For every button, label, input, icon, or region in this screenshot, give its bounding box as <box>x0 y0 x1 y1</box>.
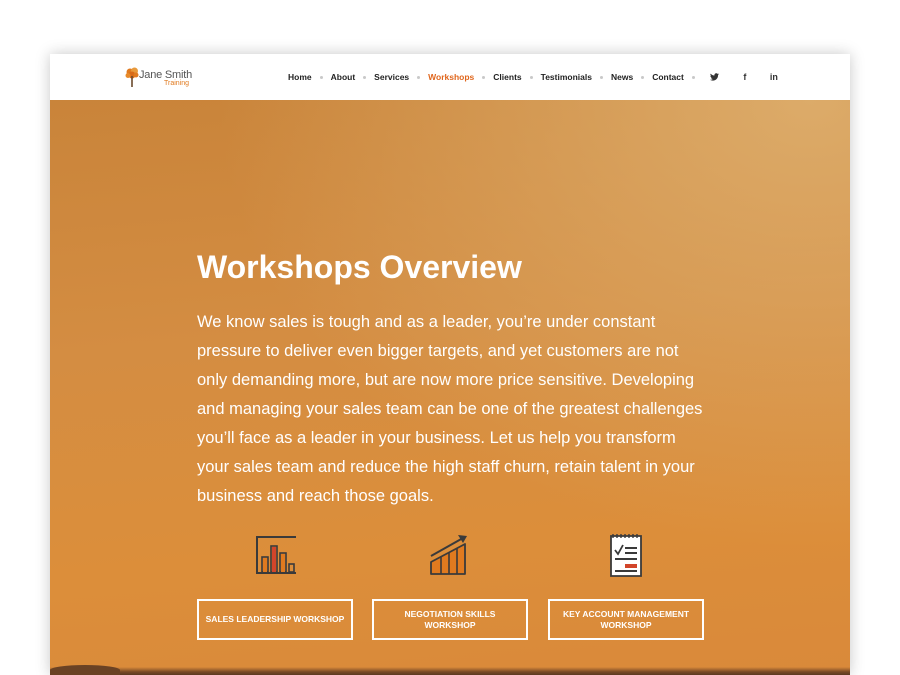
nav-separator <box>529 75 533 79</box>
linkedin-icon[interactable]: in <box>767 70 781 84</box>
nav-item-news[interactable]: News <box>611 54 633 100</box>
brand-subtitle: Training <box>164 80 190 87</box>
growth-arrow-icon <box>430 535 467 575</box>
top-navigation-bar: Jane Smith Training Home About Services … <box>50 54 850 100</box>
browser-page: Jane Smith Training Home About Services … <box>50 54 850 675</box>
nav-separator <box>319 75 323 79</box>
hero-section: Workshops Overview We know sales is toug… <box>50 100 850 675</box>
tree-logo-icon <box>125 67 139 87</box>
bar-chart-icon <box>256 536 296 574</box>
nav-item-clients[interactable]: Clients <box>493 54 521 100</box>
nav-item-services[interactable]: Services <box>374 54 409 100</box>
main-menu: Home About Services Workshops Clients Te… <box>288 54 781 100</box>
logo[interactable]: Jane Smith Training <box>124 66 204 90</box>
intro-paragraph: We know sales is tough and as a leader, … <box>197 313 703 505</box>
checklist-icon <box>610 534 642 577</box>
nav-separator <box>417 75 421 79</box>
nav-item-home[interactable]: Home <box>288 54 312 100</box>
workshop-card-negotiation-skills: NEGOTIATION SKILLS WORKSHOP <box>372 530 528 640</box>
page-title: Workshops Overview <box>197 249 522 285</box>
workshop-card-key-account-management: KEY ACCOUNT MANAGEMENT WORKSHOP <box>548 530 704 640</box>
nav-item-contact[interactable]: Contact <box>652 54 684 100</box>
key-account-management-workshop-button[interactable]: KEY ACCOUNT MANAGEMENT WORKSHOP <box>548 599 704 640</box>
nav-separator <box>599 75 603 79</box>
sales-leadership-workshop-button[interactable]: SALES LEADERSHIP WORKSHOP <box>197 599 353 640</box>
negotiation-skills-workshop-button[interactable]: NEGOTIATION SKILLS WORKSHOP <box>372 599 528 640</box>
horizon-hill <box>50 665 120 675</box>
facebook-icon[interactable]: f <box>738 70 752 84</box>
horizon-silhouette <box>50 667 850 675</box>
twitter-icon[interactable] <box>708 70 722 84</box>
nav-separator <box>641 75 645 79</box>
nav-item-testimonials[interactable]: Testimonials <box>541 54 592 100</box>
workshop-card-sales-leadership: SALES LEADERSHIP WORKSHOP <box>197 530 353 640</box>
nav-separator <box>482 75 486 79</box>
nav-item-workshops[interactable]: Workshops <box>428 54 474 100</box>
nav-separator <box>691 75 695 79</box>
nav-item-about[interactable]: About <box>331 54 356 100</box>
social-links: f in <box>708 70 781 84</box>
nav-separator <box>363 75 367 79</box>
